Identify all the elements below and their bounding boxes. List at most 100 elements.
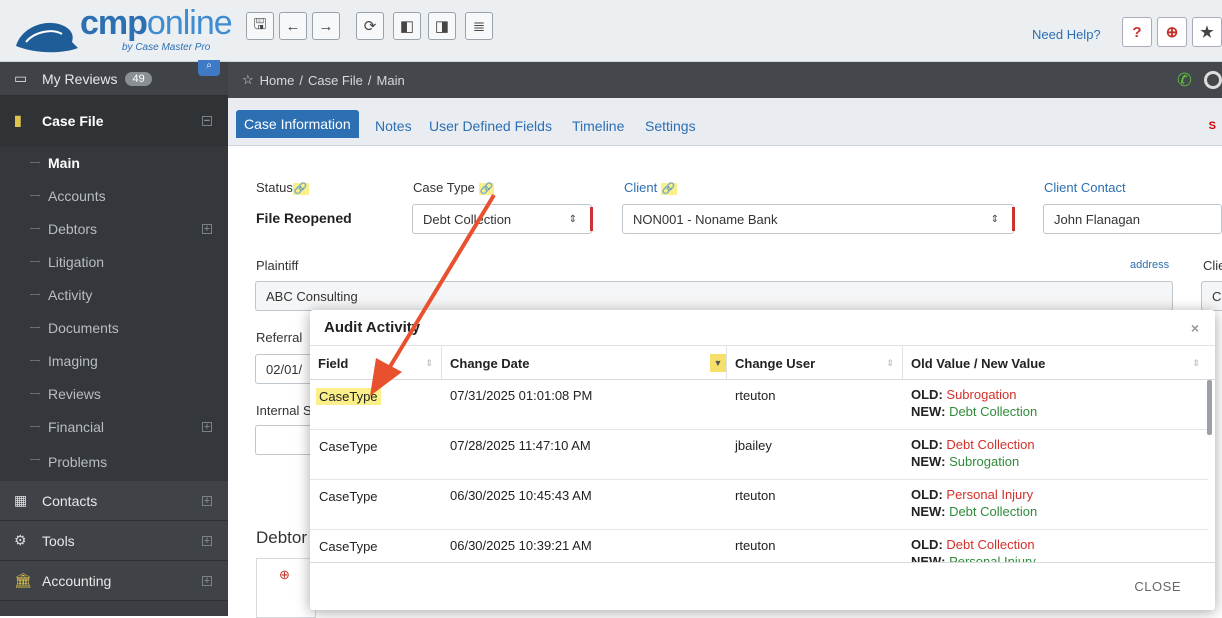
client-ref-field[interactable]: C [1201, 281, 1222, 311]
logo[interactable]: cmponline by Case Master Pro [12, 4, 233, 56]
next-button[interactable]: ◨ [428, 12, 456, 40]
old-value: OLD: Personal Injury [911, 487, 1034, 502]
breadcrumb-home[interactable]: Home [260, 73, 295, 88]
sidebar-item-litigation[interactable]: Litigation [0, 245, 228, 278]
table-icon: ▦ [14, 492, 28, 508]
lifebuoy-icon: ⊕ [1165, 24, 1179, 41]
breadcrumb: ☆ Home / Case File / Main ✆ [228, 62, 1222, 98]
sidebar-label: Case File [42, 112, 104, 129]
prev-button[interactable]: ◧ [393, 12, 421, 40]
cell-old-new: OLD: Debt Collection NEW: Subrogation [911, 436, 1035, 470]
file-icon: ▮ [14, 112, 22, 128]
link-icon[interactable]: 🔗 [660, 183, 677, 195]
column-header-change-date[interactable]: Change Date ▼ [442, 346, 727, 380]
phone-icon[interactable]: ✆ [1177, 70, 1192, 91]
reviews-count-badge: 49 [125, 71, 152, 86]
table-row[interactable]: CaseType 07/28/2025 11:47:10 AM jbailey OLD… [310, 430, 1208, 480]
sort-desc-icon[interactable]: ▼ [710, 354, 726, 372]
link-icon[interactable]: 🔗 [292, 183, 309, 195]
sidebar-label: My Reviews [42, 70, 118, 87]
link-icon[interactable]: 🔗 [478, 183, 495, 195]
sidebar-search-button[interactable]: ⌕ [198, 60, 220, 76]
client-value: NON001 - Noname Bank [633, 211, 778, 227]
sidebar-item-my-reviews[interactable]: ▭ My Reviews 49 [0, 62, 228, 96]
sidebar-label: Tools [42, 532, 75, 549]
stack-button[interactable]: ≣ [465, 12, 493, 40]
tab-timeline[interactable]: Timeline [572, 118, 624, 134]
sidebar-item-accounts[interactable]: Accounts [0, 179, 228, 212]
cell-old-new: OLD: Subrogation NEW: Debt Collection [911, 386, 1037, 420]
back-button[interactable]: ← [279, 12, 307, 40]
forward-button[interactable]: → [312, 12, 340, 40]
internal-label: Internal S [256, 403, 312, 418]
plaintiff-field[interactable]: ABC Consulting [255, 281, 1173, 311]
favorite-button[interactable]: ★ [1192, 17, 1222, 47]
expand-icon[interactable]: + [202, 421, 212, 432]
column-header-change-user[interactable]: Change User ⇕ [727, 346, 903, 380]
support-button[interactable]: ⊕ [1157, 17, 1187, 47]
sidebar-item-case-file[interactable]: ▮ Case File − [0, 96, 228, 146]
tab-settings[interactable]: Settings [645, 118, 696, 134]
cell-change-date: 07/31/2025 01:01:08 PM [450, 388, 593, 403]
sort-icon[interactable]: ⇕ [886, 358, 894, 369]
sidebar-item-debtors[interactable]: Debtors + [0, 212, 228, 245]
sidebar-label: Financial [48, 418, 105, 435]
client-contact-field[interactable]: John Flanagan [1043, 204, 1222, 234]
tab-user-defined-fields[interactable]: User Defined Fields [429, 118, 552, 134]
scrollbar[interactable] [1207, 380, 1212, 435]
case-file-submenu: Main Accounts Debtors + Litigation Activi… [0, 146, 228, 481]
cell-field: CaseType [319, 539, 378, 554]
table-row[interactable]: CaseType 06/30/2025 10:45:43 AM rteuton OLD… [310, 480, 1208, 530]
add-debtor-icon[interactable]: ⊕ [279, 567, 290, 583]
tab-notes[interactable]: Notes [375, 118, 412, 134]
sidebar-item-imaging[interactable]: Imaging [0, 344, 228, 377]
close-button[interactable]: CLOSE [1134, 579, 1181, 594]
sort-icon[interactable]: ⇕ [425, 358, 433, 369]
help-button[interactable]: ? [1122, 17, 1152, 47]
expand-icon[interactable]: + [202, 495, 212, 506]
sidebar-item-accounting[interactable]: 🏛 Accounting + [0, 561, 228, 601]
client-label[interactable]: Client 🔗 [624, 180, 677, 195]
case-type-select[interactable]: Debt Collection ⇕ [412, 204, 593, 234]
tab-case-information[interactable]: Case Information [236, 110, 359, 138]
gears-icon: ⚙ [14, 532, 27, 548]
internal-field[interactable] [255, 425, 315, 455]
tab-bar: Case Information Notes User Defined Fiel… [228, 98, 1222, 146]
collapse-icon[interactable]: − [202, 115, 212, 126]
client-contact-label[interactable]: Client Contact [1044, 180, 1126, 195]
old-value: OLD: Subrogation [911, 387, 1017, 402]
refresh-button[interactable]: ⟳ [356, 12, 384, 40]
sidebar-item-tools[interactable]: ⚙ Tools + [0, 521, 228, 561]
sidebar-item-financial[interactable]: Financial + [0, 410, 228, 443]
circle-icon[interactable] [1204, 71, 1222, 89]
sort-icon[interactable]: ⇕ [1192, 358, 1200, 369]
star-outline-icon[interactable]: ☆ [242, 72, 254, 88]
address-link[interactable]: address [1130, 259, 1169, 271]
sidebar-item-contacts[interactable]: ▦ Contacts + [0, 481, 228, 521]
prev-icon: ◧ [399, 18, 415, 35]
save-button[interactable]: 🖫 [246, 12, 274, 40]
expand-icon[interactable]: + [202, 535, 212, 546]
expand-icon[interactable]: + [202, 575, 212, 586]
sidebar-item-documents[interactable]: Documents [0, 311, 228, 344]
need-help-link[interactable]: Need Help? [1032, 27, 1101, 42]
search-icon: ⌕ [206, 60, 212, 71]
client-select[interactable]: NON001 - Noname Bank ⇕ [622, 204, 1015, 234]
next-icon: ◨ [434, 18, 450, 35]
sidebar-item-activity[interactable]: Activity [0, 278, 228, 311]
column-header-old-new[interactable]: Old Value / New Value ⇕ [903, 346, 1208, 380]
referral-date-field[interactable]: 02/01/ [255, 354, 315, 384]
expand-icon[interactable]: + [202, 223, 212, 234]
star-icon: ★ [1200, 24, 1214, 41]
column-header-field[interactable]: Field ⇕ [310, 346, 442, 380]
sidebar-item-reviews[interactable]: Reviews [0, 377, 228, 410]
debtor-panel: ⊕ [256, 558, 316, 618]
sidebar-item-problems[interactable]: Problems [0, 443, 228, 481]
table-row[interactable]: CaseType 06/30/2025 10:39:21 AM rteuton OLD… [310, 530, 1208, 562]
breadcrumb-case-file[interactable]: Case File [308, 73, 363, 88]
sidebar-item-main[interactable]: Main [0, 146, 228, 179]
cell-change-date: 07/28/2025 11:47:10 AM [450, 438, 591, 453]
modal-footer: CLOSE [310, 563, 1215, 610]
close-icon[interactable]: × [1191, 320, 1199, 336]
table-row[interactable]: CaseType 07/31/2025 01:01:08 PM rteuton OLD… [310, 380, 1208, 430]
